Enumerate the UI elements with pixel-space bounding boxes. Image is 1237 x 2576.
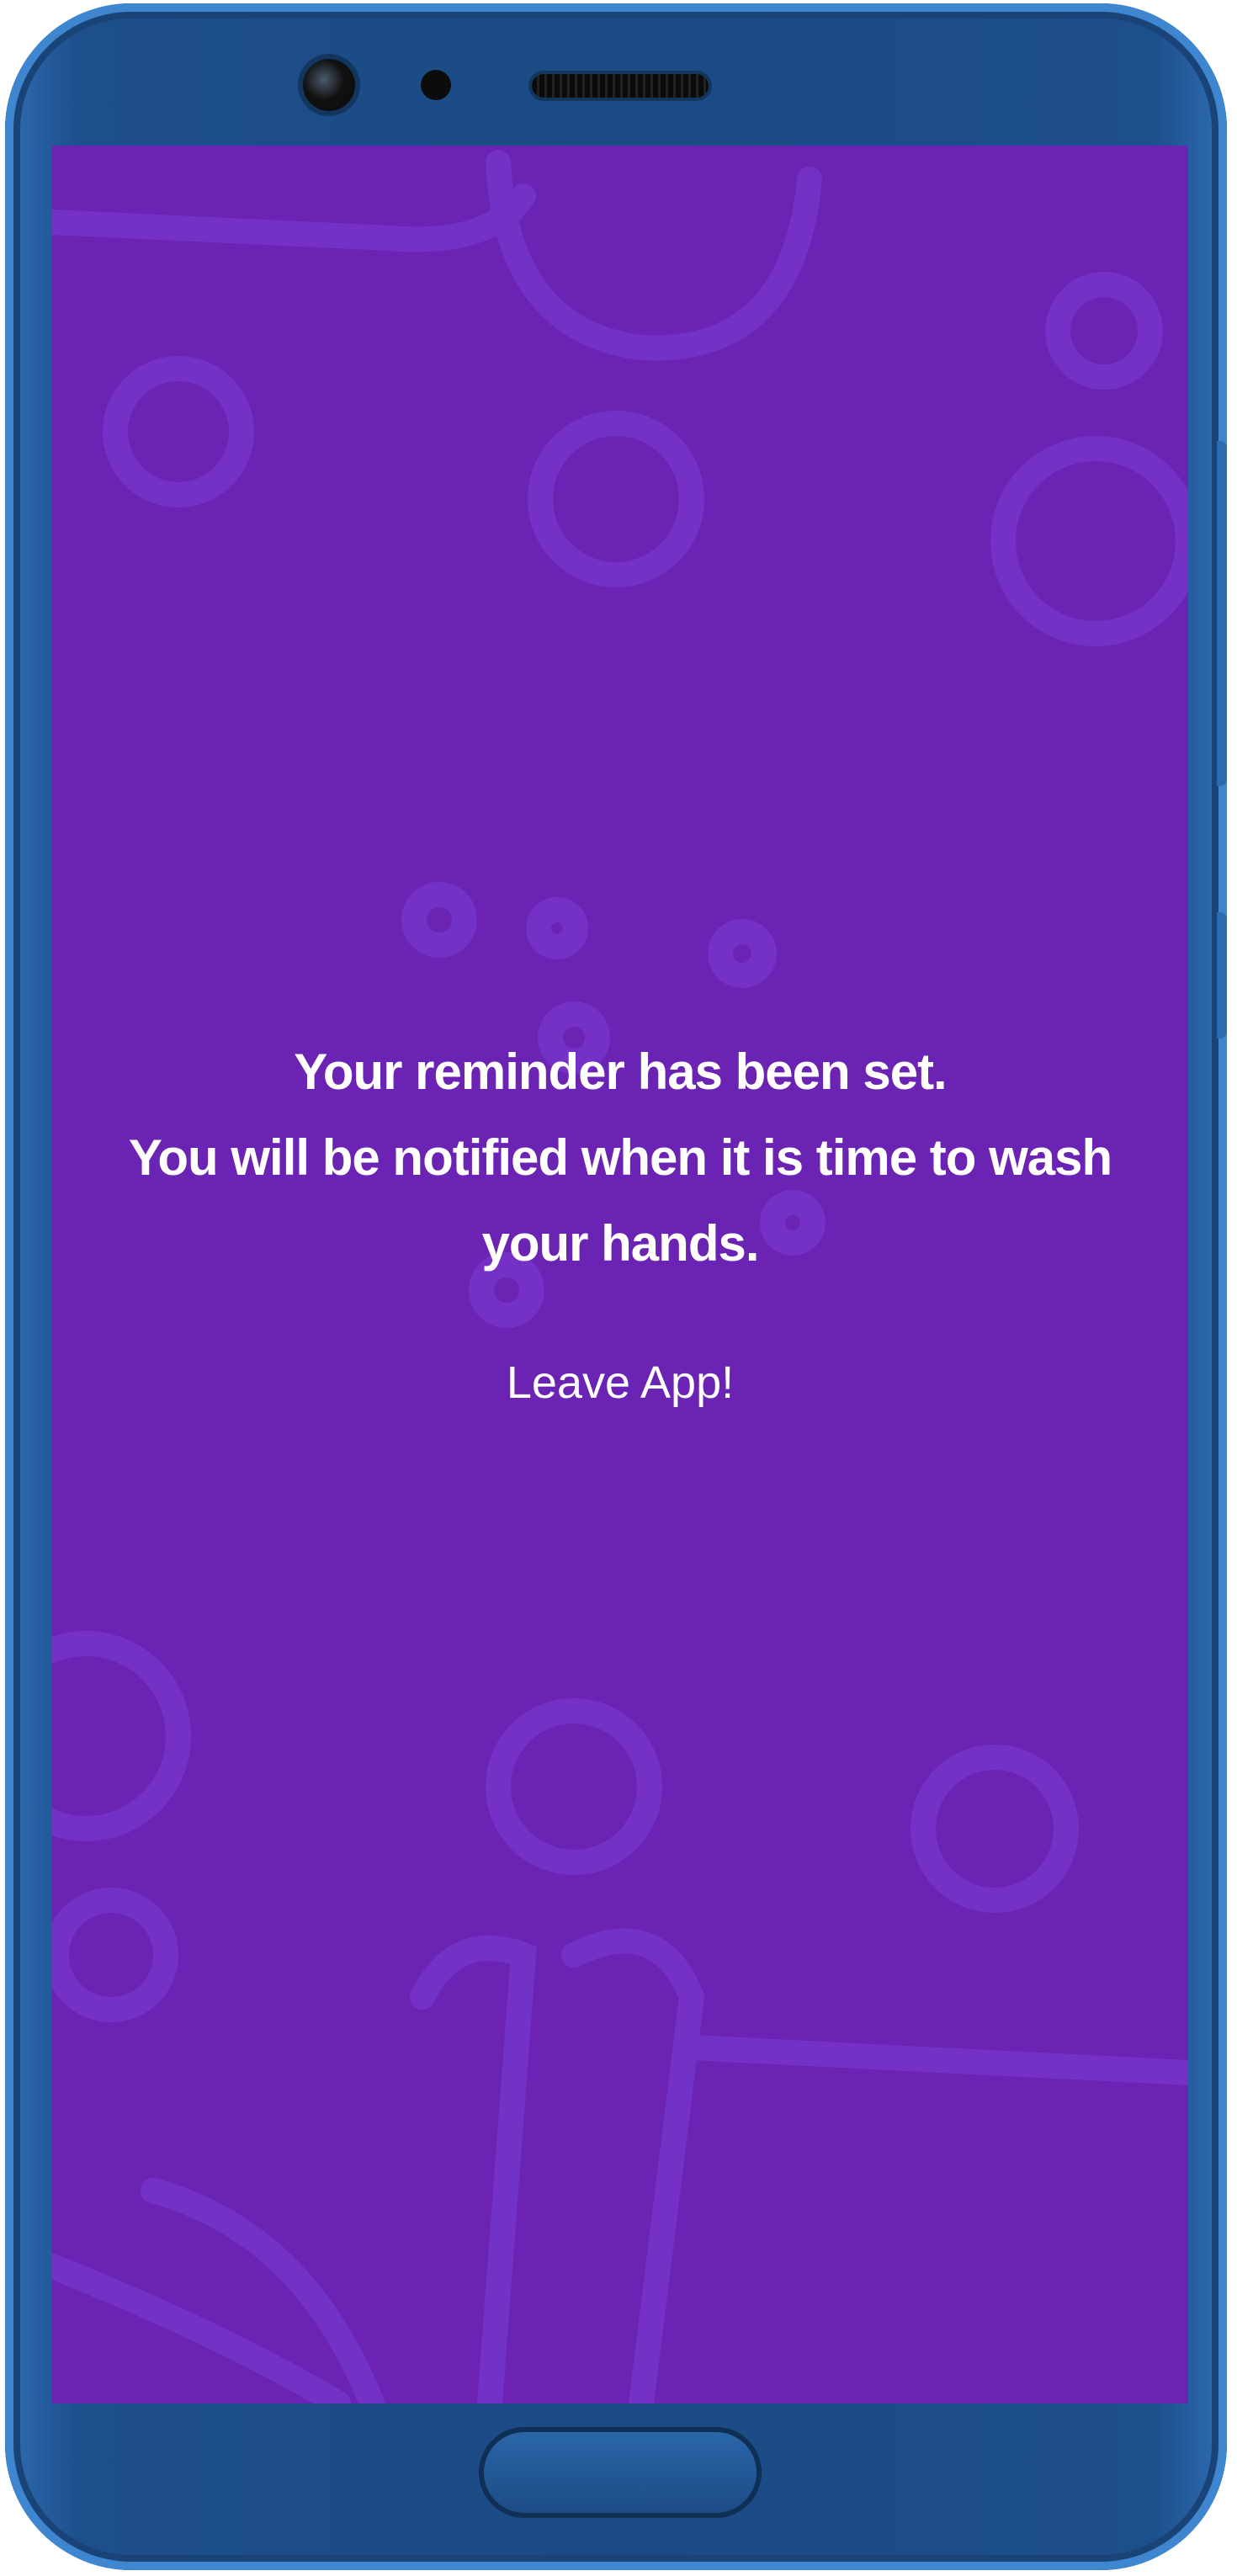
bubble-icon	[52, 1888, 178, 2022]
pattern-curve	[486, 150, 822, 361]
leave-app-button[interactable]: Leave App!	[473, 1341, 767, 1425]
bubble-icon	[526, 897, 588, 959]
pattern-line	[52, 183, 536, 252]
message-line: Your reminder has been set.	[294, 1044, 947, 1100]
volume-button	[1217, 441, 1227, 786]
speaker-grille-icon	[532, 74, 709, 98]
home-button[interactable]	[479, 2427, 762, 2518]
front-camera-icon	[303, 59, 355, 111]
bubble-icon	[1045, 272, 1163, 390]
bubble-icon	[401, 882, 477, 958]
pattern-line	[679, 2035, 1188, 2085]
bubble-icon	[990, 436, 1188, 646]
phone-frame: Your reminder has been set. You will be …	[5, 3, 1227, 2570]
message-line: your hands.	[481, 1215, 759, 1272]
message-line: You will be notified when it is time to …	[128, 1129, 1112, 1186]
bubble-icon	[528, 411, 704, 587]
bubble-icon	[486, 1698, 662, 1875]
bubble-icon	[52, 1631, 191, 1841]
sensor-icon	[421, 70, 451, 100]
app-screen: Your reminder has been set. You will be …	[52, 146, 1188, 2403]
reminder-confirmation-message: Your reminder has been set. You will be …	[52, 1029, 1188, 1287]
bubble-icon	[910, 1745, 1079, 1913]
bubble-icon	[103, 356, 254, 507]
power-button	[1217, 912, 1227, 1038]
pattern-curve	[410, 1935, 537, 2403]
bubble-icon	[708, 919, 777, 988]
pattern-curve	[561, 1928, 705, 2403]
